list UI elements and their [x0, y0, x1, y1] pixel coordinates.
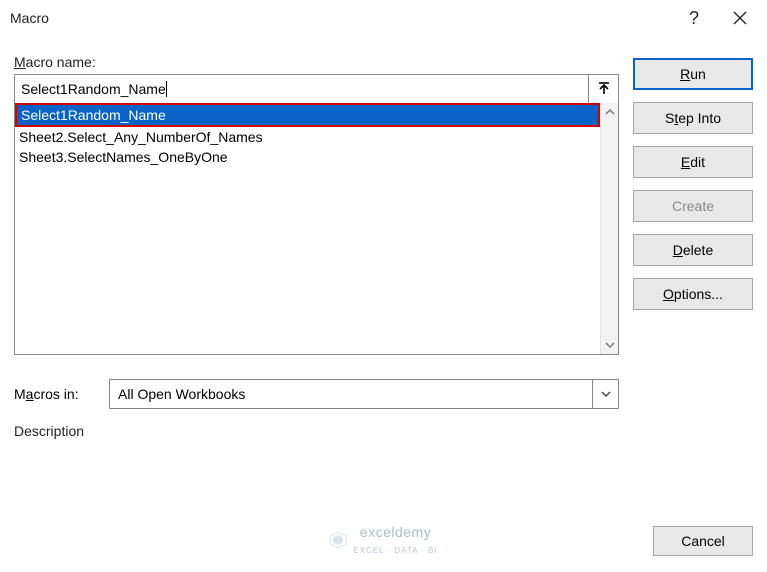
- macro-name-row: Select1Random_Name: [14, 74, 619, 104]
- run-button[interactable]: Run: [633, 58, 753, 90]
- combo-arrow[interactable]: [592, 380, 618, 408]
- watermark-icon: [329, 531, 347, 549]
- macro-list[interactable]: Select1Random_Name Sheet2.Select_Any_Num…: [15, 103, 600, 354]
- macro-name-input[interactable]: Select1Random_Name: [14, 74, 589, 104]
- macros-in-label: Macros in:: [14, 386, 109, 402]
- description-label: Description: [14, 423, 619, 439]
- goto-button[interactable]: [589, 74, 619, 104]
- scroll-up[interactable]: [601, 103, 618, 121]
- help-button[interactable]: ?: [671, 3, 717, 33]
- macro-name-label: Macro name:: [14, 54, 619, 70]
- watermark: exceldemy EXCEL · DATA · BI: [0, 524, 767, 556]
- cancel-button[interactable]: Cancel: [653, 526, 753, 556]
- macro-list-container: Select1Random_Name Sheet2.Select_Any_Num…: [14, 103, 619, 355]
- right-column: Run Step Into Edit Create Delete Options…: [633, 44, 753, 439]
- list-item[interactable]: Sheet2.Select_Any_NumberOf_Names: [15, 127, 600, 147]
- macros-in-combo[interactable]: All Open Workbooks: [109, 379, 619, 409]
- chevron-up-icon: [605, 107, 615, 117]
- macros-in-row: Macros in: All Open Workbooks: [14, 379, 619, 409]
- macros-in-value: All Open Workbooks: [110, 386, 592, 402]
- options-button[interactable]: Options...: [633, 278, 753, 310]
- left-column: Macro name: Select1Random_Name Select1Ra…: [14, 44, 619, 439]
- edit-button[interactable]: Edit: [633, 146, 753, 178]
- list-item[interactable]: Sheet3.SelectNames_OneByOne: [15, 147, 600, 167]
- chevron-down-icon: [600, 388, 612, 400]
- close-icon: [733, 11, 747, 25]
- delete-button[interactable]: Delete: [633, 234, 753, 266]
- create-button: Create: [633, 190, 753, 222]
- chevron-down-icon: [605, 340, 615, 350]
- dialog-content: Macro name: Select1Random_Name Select1Ra…: [0, 36, 767, 453]
- list-item[interactable]: Select1Random_Name: [15, 103, 600, 127]
- scroll-down[interactable]: [601, 336, 618, 354]
- titlebar: Macro ?: [0, 0, 767, 36]
- step-into-button[interactable]: Step Into: [633, 102, 753, 134]
- arrow-up-icon: [597, 82, 611, 96]
- macro-dialog: Macro ? Macro name: Select1Random_Name S…: [0, 0, 767, 572]
- close-button[interactable]: [717, 3, 763, 33]
- scrollbar[interactable]: [600, 103, 618, 354]
- dialog-title: Macro: [10, 10, 671, 26]
